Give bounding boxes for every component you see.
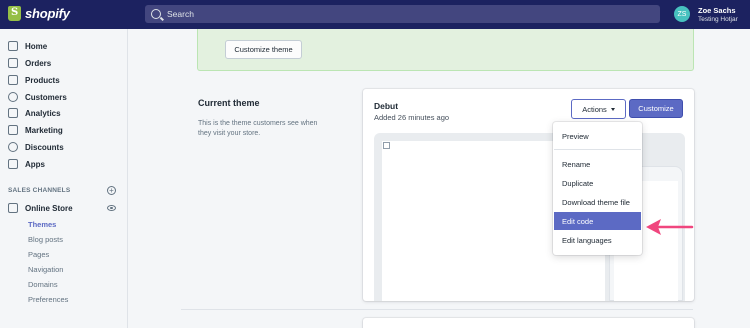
current-theme-description: This is the theme customers see when the…	[198, 120, 318, 137]
sidebar-item-online-store[interactable]: Online Store	[8, 201, 73, 215]
search-bar[interactable]	[145, 5, 660, 23]
sidebar-item-label: Products	[25, 75, 60, 85]
caret-down-icon	[610, 107, 615, 111]
sidebar-subitem-pages[interactable]: Pages	[28, 250, 49, 259]
search-input[interactable]	[167, 9, 647, 19]
orders-icon	[8, 58, 18, 68]
sidebar-subitem-preferences[interactable]: Preferences	[28, 295, 68, 304]
sidebar-item-marketing[interactable]: Marketing	[8, 123, 63, 137]
sidebar-item-apps[interactable]: Apps	[8, 157, 45, 171]
sidebar-item-label: Marketing	[25, 125, 63, 135]
sidebar-item-label: Home	[25, 41, 48, 51]
user-menu[interactable]: Zoe Sachs Testing Hotjar	[698, 6, 738, 24]
sidebar-item-label: Orders	[25, 58, 52, 68]
sidebar-item-label: Apps	[25, 159, 45, 169]
theme-added-time: Added 26 minutes ago	[374, 113, 450, 122]
sidebar-item-products[interactable]: Products	[8, 73, 60, 87]
sidebar-item-home[interactable]: Home	[8, 39, 47, 53]
actions-button[interactable]: Actions	[571, 99, 626, 119]
sidebar-subitem-navigation[interactable]: Navigation	[28, 265, 63, 274]
apps-icon	[8, 159, 18, 169]
eye-icon[interactable]	[107, 205, 116, 211]
sidebar-item-orders[interactable]: Orders	[8, 56, 51, 70]
sidebar-item-analytics[interactable]: Analytics	[8, 106, 61, 120]
menu-item-preview[interactable]: Preview	[554, 128, 641, 145]
menu-item-edit-languages[interactable]: Edit languages	[554, 232, 641, 249]
sidebar-item-label: Discounts	[25, 142, 64, 152]
menu-item-edit-code[interactable]: Edit code	[554, 212, 641, 230]
sales-channels-label: SALES CHANNELS	[8, 187, 71, 194]
customize-theme-button[interactable]: Customize theme	[225, 40, 302, 59]
section-divider	[181, 309, 693, 310]
avatar[interactable]: ZS	[674, 6, 690, 22]
theme-name: Debut	[374, 101, 399, 111]
shopify-logo[interactable]: shopify	[8, 6, 70, 21]
sidebar-subitem-themes[interactable]: Themes	[28, 220, 56, 229]
sidebar-item-discounts[interactable]: Discounts	[8, 140, 64, 154]
pointer-arrow-icon	[646, 219, 694, 235]
megaphone-icon	[8, 125, 18, 135]
tag-icon	[8, 75, 18, 85]
search-icon	[151, 9, 161, 19]
sidebar-item-label: Online Store	[25, 203, 73, 213]
next-card	[363, 318, 694, 328]
add-channel-icon[interactable]: +	[107, 186, 116, 195]
broken-image-icon	[383, 142, 390, 149]
menu-item-duplicate[interactable]: Duplicate	[554, 175, 641, 192]
actions-label: Actions	[582, 104, 607, 114]
customize-button[interactable]: Customize	[629, 99, 683, 118]
logo-text: shopify	[25, 6, 70, 21]
sidebar-item-label: Customers	[25, 92, 67, 102]
menu-divider	[554, 149, 641, 150]
discount-icon	[8, 142, 18, 152]
user-name: Zoe Sachs	[698, 6, 736, 15]
store-name: Testing Hotjar	[698, 16, 738, 23]
menu-item-rename[interactable]: Rename	[554, 156, 641, 173]
bar-chart-icon	[8, 108, 18, 118]
person-icon	[8, 92, 18, 102]
store-icon	[8, 203, 18, 213]
home-icon	[8, 41, 18, 51]
sidebar-subitem-blog-posts[interactable]: Blog posts	[28, 235, 63, 244]
shopping-bag-icon	[8, 6, 21, 21]
current-theme-heading: Current theme	[198, 98, 260, 108]
sidebar-item-label: Analytics	[25, 108, 61, 118]
sidebar-subitem-domains[interactable]: Domains	[28, 280, 58, 289]
sidebar-item-customers[interactable]: Customers	[8, 90, 67, 104]
menu-item-download-theme-file[interactable]: Download theme file	[554, 194, 641, 211]
